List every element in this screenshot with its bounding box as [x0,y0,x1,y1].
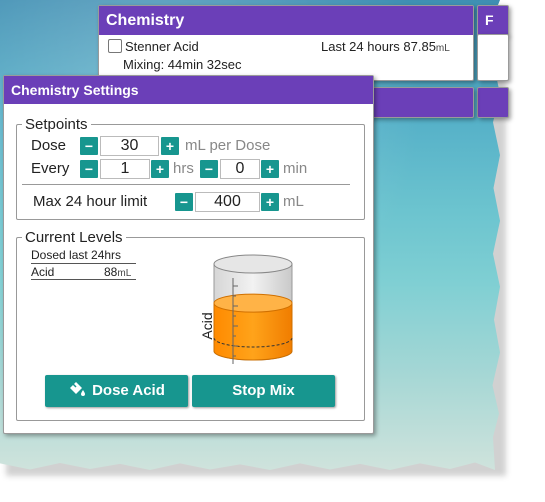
hours-unit: hrs [173,160,194,177]
max-increment-button[interactable]: + [261,193,279,211]
every-label: Every [31,160,70,177]
mixing-status: Mixing: 44min 32sec [123,57,242,72]
right-panel-body-stub [477,34,509,81]
dose-unit: mL per Dose [185,137,271,154]
hours-decrement-button[interactable]: − [80,160,98,178]
dosed-header: Dosed last 24hrs [31,248,122,262]
dose-acid-label: Dose Acid [92,382,165,399]
acid-tank-graphic: Acid [199,254,293,364]
acid-dosed-label: Acid [31,265,55,279]
right-panel-letter: F [485,12,494,28]
last24-text: Last 24 hours 87.85 [321,39,436,54]
max-limit-label: Max 24 hour limit [33,193,148,210]
setpoints-legend: Setpoints [25,116,88,133]
dose-increment-button[interactable]: + [161,137,179,155]
minutes-increment-button[interactable]: + [261,160,279,178]
tank-liquid-surface [213,293,293,313]
max-decrement-button[interactable]: − [175,193,193,211]
chemistry-settings-panel: Chemistry Settings Setpoints Dose − 30 +… [3,75,374,434]
last24-readout: Last 24 hours 87.85mL [321,39,450,54]
acid-row-underline [31,279,136,280]
item-name: Stenner Acid [125,39,199,54]
acid-dosed-value: 88 [104,265,118,279]
right-panel-title-stub-2 [477,87,509,118]
minutes-decrement-button[interactable]: − [200,160,218,178]
chemistry-item-row: Stenner Acid [108,39,199,54]
dosed-header-underline [31,263,136,264]
dose-decrement-button[interactable]: − [80,137,98,155]
chemistry-panel: Chemistry Stenner Acid Last 24 hours 87.… [98,5,474,81]
hours-input[interactable]: 1 [100,159,150,179]
dose-label: Dose [31,137,67,154]
hidden-panel-title-bar [360,87,474,118]
paint-bucket-icon [70,382,86,396]
minutes-unit: min [283,160,308,177]
last24-unit: mL [435,43,450,54]
tank-label: Acid [199,312,215,339]
acid-dosed-unit: mL [117,268,132,279]
right-panel-title-stub: F [477,5,509,36]
stop-mix-button[interactable]: Stop Mix [192,375,335,407]
tank-rim [213,254,293,274]
item-checkbox[interactable] [108,39,122,53]
settings-title: Chemistry Settings [4,76,373,104]
acid-dosed-value-wrap: 88mL [104,265,131,279]
max-limit-input[interactable]: 400 [195,192,260,212]
setpoints-divider [22,184,350,185]
chemistry-title: Chemistry [99,6,473,35]
max-limit-unit: mL [283,193,304,210]
dose-input[interactable]: 30 [100,136,159,156]
minutes-input[interactable]: 0 [220,159,260,179]
dose-acid-button[interactable]: Dose Acid [45,375,188,407]
hours-increment-button[interactable]: + [151,160,169,178]
current-levels-legend: Current Levels [25,229,123,246]
